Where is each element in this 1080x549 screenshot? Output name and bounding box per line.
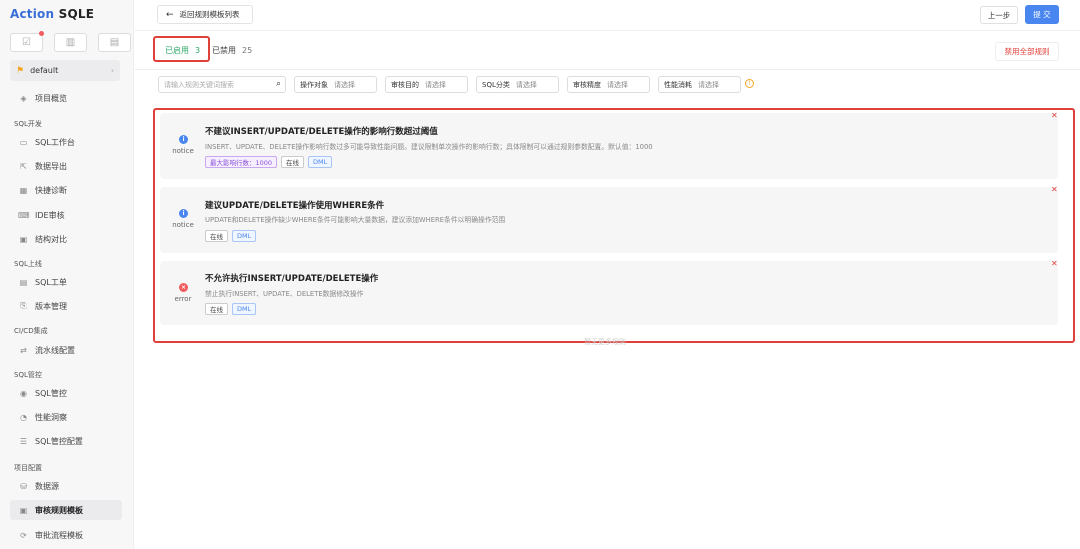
code-icon: ⌨ (18, 210, 30, 220)
sidebar-item-diagnosis[interactable]: ▦ 快捷诊断 (10, 180, 122, 200)
diagnosis-icon: ▦ (19, 185, 28, 195)
app-root: Action SQLE ☑ ▥ ▤ ⚑ default › ◈ 项目概览 SQL开… (0, 0, 1080, 549)
chevron-right-icon: › (110, 66, 114, 75)
sidebar-item-sql-manage-config[interactable]: ☰ SQL管控配置 (10, 431, 122, 451)
filter-audit-precision[interactable]: 审核精度 请选择 (567, 76, 650, 93)
filter-operation-object[interactable]: 操作对象 请选择 (294, 76, 377, 93)
compare-icon: ▣ (19, 234, 28, 244)
sidebar-item-ide-audit[interactable]: ⌨ IDE审核 (10, 205, 122, 225)
export-icon: ⇱ (20, 161, 27, 171)
notification-dot (39, 31, 44, 36)
submit-button[interactable]: 提 交 (1025, 5, 1059, 24)
flow-icon: ⟳ (20, 530, 27, 540)
nav-group-sql-control: SQL管控 (14, 371, 42, 379)
sidebar-item-sql-ticket[interactable]: ▤ SQL工单 (10, 272, 122, 292)
layers-icon: ◈ (20, 93, 27, 103)
info-icon[interactable]: ! (745, 79, 754, 88)
nav-group-project-config: 项目配置 (14, 464, 42, 472)
tab-disabled[interactable]: 已禁用 25 (212, 45, 252, 56)
sidebar-item-pipeline[interactable]: ⇄ 流水线配置 (10, 340, 122, 360)
search-icon[interactable]: ⌕ (276, 79, 281, 89)
sidebar-item-schema-compare[interactable]: ▣ 结构对比 (10, 229, 122, 249)
app-logo: Action SQLE (10, 7, 95, 21)
tab-count: 25 (242, 46, 253, 55)
search-input[interactable]: 请输入规则关键词搜索 ⌕ (158, 76, 286, 93)
sidebar-item-export[interactable]: ⇱ 数据导出 (10, 156, 122, 176)
sidebar-item-flow-template[interactable]: ⟳ 审批流程模板 (10, 525, 122, 545)
pipeline-icon: ⇄ (20, 345, 27, 355)
sidebar-item-version[interactable]: ⎘ 版本管理 (10, 296, 122, 316)
nav-group-sql-dev: SQL开发 (14, 120, 42, 128)
list-icon: ☰ (19, 436, 28, 446)
disable-all-button[interactable]: 禁用全部规则 (995, 42, 1059, 61)
filter-sql-category[interactable]: SQL分类 请选择 (476, 76, 559, 93)
eye-icon: ◉ (20, 388, 27, 398)
version-icon: ⎘ (20, 301, 27, 310)
back-button[interactable]: ← 返回规则模板列表 (157, 5, 253, 24)
sidebar-item-rule-template[interactable]: ▣ 审核规则模板 (10, 500, 122, 520)
rules-highlight-box (153, 108, 1075, 343)
tab-divider (135, 69, 1080, 70)
document-icon: ▣ (19, 505, 28, 515)
nav-group-sql-release: SQL上线 (14, 260, 42, 268)
prev-step-button[interactable]: 上一步 (980, 6, 1018, 24)
database-icon: ⛁ (20, 481, 27, 491)
sidebar-item-overview[interactable]: ◈ 项目概览 (10, 88, 122, 108)
ticket-icon: ▤ (19, 277, 28, 287)
project-selector[interactable]: ⚑ default › (10, 60, 120, 81)
chart-icon[interactable]: ▥ (54, 33, 87, 52)
filter-audit-purpose[interactable]: 审核目的 请选择 (385, 76, 468, 93)
gauge-icon: ◔ (20, 412, 27, 422)
sidebar-item-workbench[interactable]: ▭ SQL工作台 (10, 132, 122, 152)
sidebar-item-sql-manage[interactable]: ◉ SQL管控 (10, 383, 122, 403)
arrow-left-icon: ← (166, 9, 174, 20)
quick-actions: ☑ ▥ ▤ (10, 31, 131, 52)
no-more-text: 暂无更多规则 (584, 338, 626, 346)
filter-performance-cost[interactable]: 性能消耗 请选择 (658, 76, 741, 93)
monitor-icon: ▭ (19, 137, 28, 147)
checklist-icon[interactable]: ☑ (10, 31, 44, 52)
nav-group-cicd: CI/CD集成 (14, 327, 48, 335)
note-icon[interactable]: ▤ (98, 33, 131, 52)
sidebar: Action SQLE ☑ ▥ ▤ ⚑ default › ◈ 项目概览 SQL开… (0, 0, 134, 549)
header-divider (135, 30, 1080, 31)
sidebar-item-perf[interactable]: ◔ 性能洞察 (10, 407, 122, 427)
sidebar-item-datasource[interactable]: ⛁ 数据源 (10, 476, 122, 496)
tab-highlight-box (153, 36, 210, 62)
flag-icon: ⚑ (16, 65, 25, 76)
